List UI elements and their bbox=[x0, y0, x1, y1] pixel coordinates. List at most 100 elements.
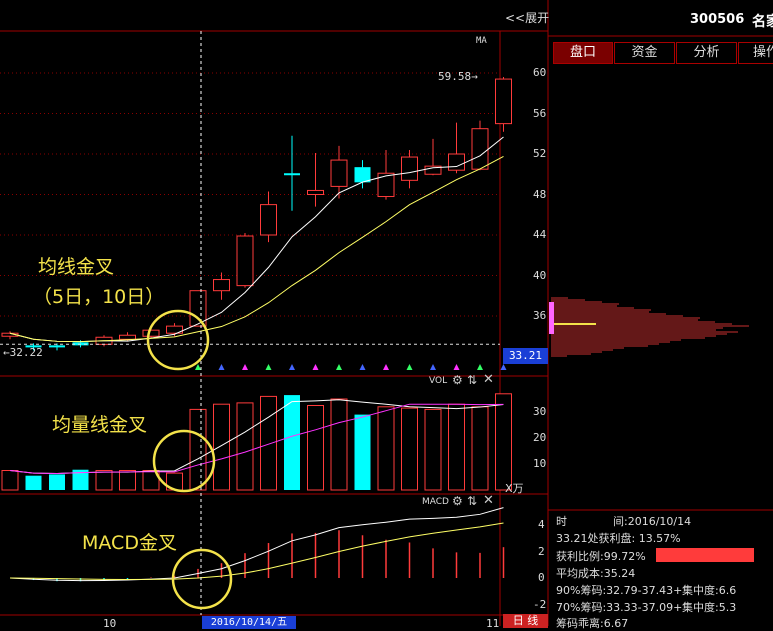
price-tick-label: 40 bbox=[533, 268, 547, 282]
candle-body bbox=[142, 329, 160, 337]
macd-tick-label: -2 bbox=[533, 597, 547, 611]
signal-marker bbox=[453, 364, 460, 370]
signal-marker bbox=[336, 364, 342, 370]
ma-cross-annotation: 均线金叉 bbox=[38, 256, 115, 278]
signal-marker bbox=[383, 364, 389, 370]
info-chip90: 90%筹码:32.79-37.43+ bbox=[556, 584, 683, 597]
candle-body bbox=[284, 173, 300, 176]
volume-bar bbox=[377, 406, 395, 491]
tab-zijin[interactable]: 资金 bbox=[614, 42, 675, 64]
signal-marker bbox=[406, 364, 413, 370]
candle-body bbox=[377, 172, 395, 198]
info-time-sep: 间: bbox=[613, 515, 628, 528]
info-profit-ratio: 获利比例:99.72% bbox=[556, 550, 646, 563]
vol-settings-gear-icon[interactable]: ⚙ bbox=[452, 373, 463, 387]
volume-bar bbox=[495, 393, 512, 491]
vol-title-text: VOL bbox=[429, 376, 448, 386]
volume-tick-label: 20 bbox=[533, 431, 547, 444]
price-tick-label: 36 bbox=[533, 309, 547, 322]
info-time-value: 2016/10/14 bbox=[627, 515, 692, 528]
signal-marker bbox=[242, 364, 248, 370]
macd-tick-label: 2 bbox=[538, 544, 545, 558]
volume-bar bbox=[307, 405, 324, 491]
volume-bar bbox=[401, 407, 418, 491]
volume-bar bbox=[1, 470, 19, 491]
volume-bar bbox=[284, 395, 300, 490]
candle-body bbox=[471, 128, 489, 170]
tab-fenxi[interactable]: 分析 bbox=[676, 42, 737, 64]
date-tick-right: 11 bbox=[486, 617, 500, 630]
candle-body bbox=[213, 279, 230, 292]
volume-bar bbox=[95, 470, 113, 491]
vol-close-icon[interactable]: ✕ bbox=[483, 372, 494, 387]
macd-tick-label: 4 bbox=[538, 518, 545, 531]
volume-bar bbox=[354, 414, 371, 490]
macd-sort-icon[interactable]: ⇅ bbox=[467, 494, 477, 508]
candle-body bbox=[307, 189, 324, 195]
macd-cross-annotation: MACD金叉 bbox=[82, 532, 177, 554]
signal-marker bbox=[477, 364, 483, 370]
info-conc90: 集中度:6.6 bbox=[682, 584, 737, 597]
ma-indicator-label: MA bbox=[476, 36, 487, 46]
volume-tick-label: 30 bbox=[533, 405, 547, 418]
arrow-left-icon: ← bbox=[3, 346, 10, 359]
macd-tick-label: 0 bbox=[538, 571, 545, 584]
volume-bar bbox=[424, 408, 442, 491]
info-avg-cost: 平均成本:35.24 bbox=[556, 567, 636, 580]
expand-button[interactable]: <<展开 bbox=[505, 9, 549, 26]
volume-tick-label: 10 bbox=[533, 457, 547, 470]
macd-close-icon[interactable]: ✕ bbox=[483, 493, 494, 508]
arrow-right-icon: → bbox=[471, 70, 478, 83]
chip-range-marker bbox=[549, 302, 554, 334]
signal-marker bbox=[265, 364, 272, 370]
macd-title: MACD bbox=[422, 497, 449, 507]
chip-distribution bbox=[549, 297, 749, 357]
vol-unit-label: X万 bbox=[505, 482, 524, 495]
candle-body bbox=[330, 159, 348, 187]
volume-bars bbox=[1, 393, 512, 491]
low-price-label: ←32.22 bbox=[3, 346, 43, 359]
candle-body bbox=[260, 204, 277, 236]
cursor-date-tag: 2016/10/14/五 bbox=[202, 616, 296, 629]
candle-body bbox=[448, 153, 465, 171]
vol-cross-annotation: 均量线金叉 bbox=[52, 414, 148, 436]
macd-settings-gear-icon[interactable]: ⚙ bbox=[452, 494, 463, 508]
volume-bar bbox=[213, 403, 230, 491]
price-tick-label: 48 bbox=[533, 187, 547, 201]
info-time-label: 时 bbox=[556, 515, 567, 528]
signal-marker bbox=[500, 364, 507, 370]
signal-marker bbox=[195, 364, 201, 370]
signal-marker bbox=[312, 364, 319, 370]
price-tick-label: 44 bbox=[533, 228, 547, 241]
current-price-tag: 33.21 bbox=[503, 348, 548, 364]
price-tick-label: 52 bbox=[533, 147, 547, 160]
stock-code: 300506 bbox=[690, 12, 745, 27]
info-chip70: 70%筹码:33.33-37.09+ bbox=[556, 601, 683, 614]
info-profit-line: 33.21处获利盘: 13.57% bbox=[556, 532, 681, 545]
info-time-row: 时 间:2016/10/14 bbox=[556, 513, 691, 529]
vol-sort-icon[interactable]: ⇅ bbox=[467, 373, 477, 387]
low-price-value: 32.22 bbox=[9, 346, 43, 359]
candle-body bbox=[354, 167, 371, 183]
signal-marker bbox=[218, 364, 225, 370]
profit-ratio-bar bbox=[656, 548, 754, 562]
volume-bar bbox=[471, 406, 489, 491]
date-tick-left: 10 bbox=[103, 617, 117, 630]
candle-body bbox=[401, 156, 418, 181]
candle-body bbox=[236, 235, 254, 287]
volume-bar bbox=[119, 470, 136, 491]
volume-bar bbox=[236, 402, 254, 491]
stock-name: 名家 bbox=[752, 14, 773, 30]
volume-bar bbox=[189, 408, 207, 491]
ma-cross-circle bbox=[146, 309, 210, 371]
volume-bar bbox=[25, 475, 42, 490]
signal-marker bbox=[289, 364, 295, 370]
volume-bar bbox=[330, 398, 348, 491]
ma10-line bbox=[9, 155, 504, 343]
candle-body bbox=[495, 78, 512, 125]
info-deviation: 筹码乖离:6.67 bbox=[556, 617, 629, 630]
tab-caozuo[interactable]: 操作 bbox=[738, 42, 773, 64]
price-tick-label: 60 bbox=[533, 66, 547, 79]
volume-bar bbox=[260, 395, 277, 491]
tab-pankou[interactable]: 盘口 bbox=[553, 42, 613, 64]
